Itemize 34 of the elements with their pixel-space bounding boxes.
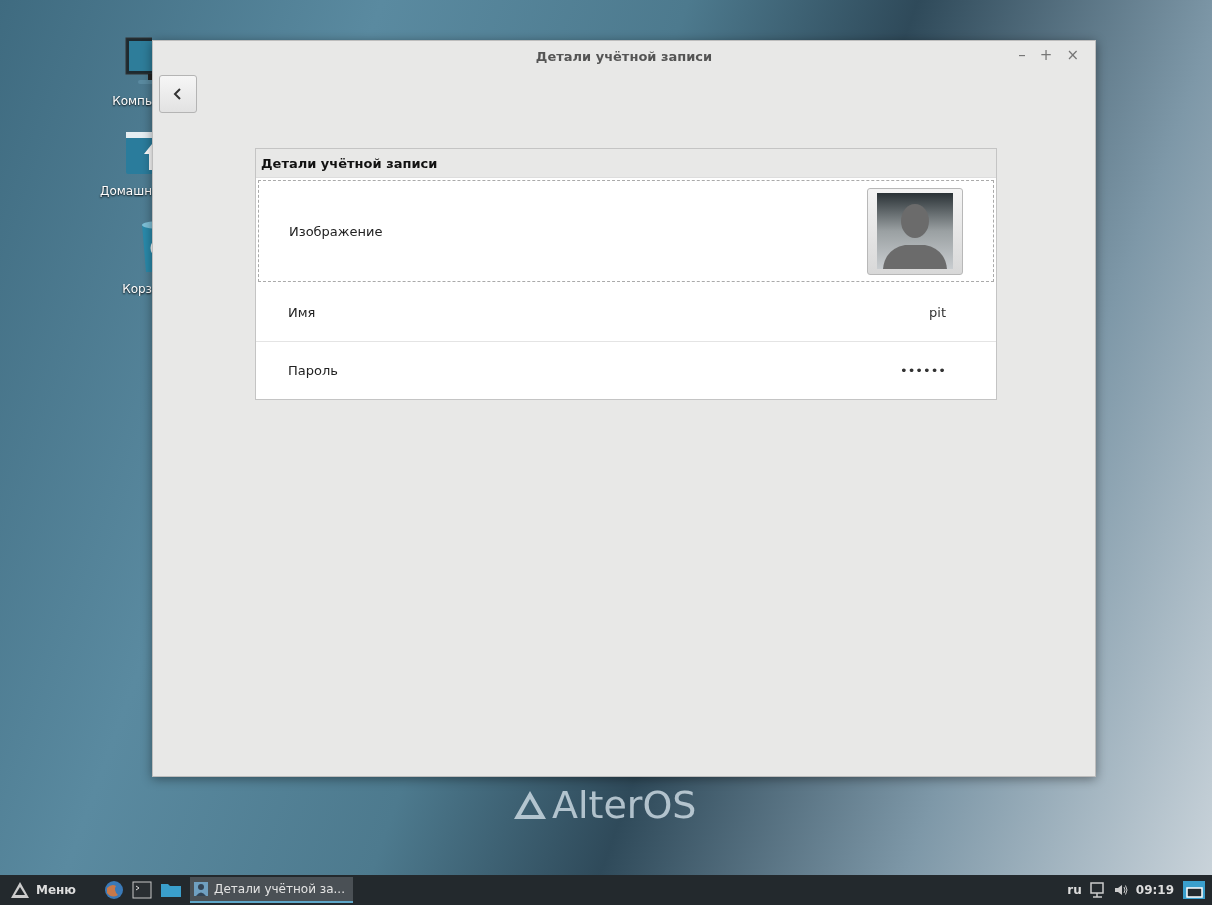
logo-icon: [512, 789, 548, 821]
avatar-button[interactable]: [867, 187, 963, 275]
window-control[interactable]: ×: [1064, 46, 1081, 64]
launcher-button[interactable]: [132, 881, 153, 899]
logo-icon: [10, 881, 30, 899]
window-control[interactable]: –: [1016, 46, 1028, 64]
row-value: pit: [929, 305, 946, 320]
row-label: Изображение: [289, 223, 383, 239]
window-title: Детали учётной записи: [535, 49, 713, 64]
show-desktop-icon[interactable]: [1182, 880, 1206, 900]
launcher-button[interactable]: [160, 882, 183, 898]
globe-icon: [104, 880, 125, 900]
user-icon: [194, 882, 209, 896]
desktop-icon-label: Домашн: [100, 184, 152, 198]
volume-icon[interactable]: [1113, 883, 1128, 897]
menu-button[interactable]: Меню: [6, 881, 81, 899]
network-icon[interactable]: [1089, 882, 1106, 898]
terminal-icon: [132, 881, 153, 899]
wallpaper-logo-text: AlterOS: [552, 783, 697, 827]
user-silhouette-icon: [877, 193, 953, 269]
chevron-left-icon: [173, 87, 183, 101]
keyboard-layout[interactable]: ru: [1067, 883, 1082, 897]
avatar-row[interactable]: Изображение: [258, 180, 994, 282]
clock[interactable]: 09:19: [1135, 883, 1174, 897]
desktop-icon-label: Компь: [112, 94, 152, 108]
folder-icon: [160, 882, 183, 898]
launcher-button[interactable]: [104, 880, 125, 900]
desktop-icon-label: Корз: [122, 282, 152, 296]
row-value: ••••••: [900, 363, 946, 378]
card-title: Детали учётной записи: [256, 149, 996, 178]
taskbar-task[interactable]: Детали учётной за...: [190, 877, 353, 903]
row-label: Имя: [288, 305, 316, 320]
row-label: Пароль: [288, 363, 338, 378]
window-control[interactable]: +: [1037, 46, 1055, 64]
